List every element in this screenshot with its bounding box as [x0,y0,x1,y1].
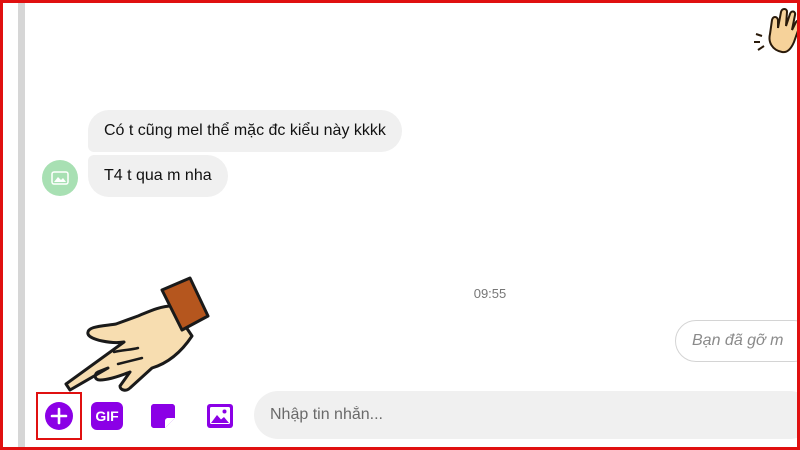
recalled-message-bubble[interactable]: Bạn đã gỡ m [675,320,800,362]
scroll-gutter [18,3,25,447]
avatar-image-icon [51,171,69,185]
message-bubble[interactable]: Có t cũng mel thể mặc đc kiểu này kkkk [88,110,402,152]
avatar[interactable] [42,160,78,196]
timestamp: 09:55 [473,286,507,301]
pointing-hand-icon [64,276,210,392]
sticker-button[interactable] [143,396,183,436]
highlight-box [36,392,82,440]
sticker-icon [151,404,175,428]
gif-button[interactable]: GIF [87,396,127,436]
waving-hand-emoji [754,8,800,54]
image-icon [207,404,233,428]
image-button[interactable] [200,396,240,436]
message-bubble[interactable]: T4 t qua m nha [88,155,228,197]
gif-icon: GIF [91,402,123,430]
message-input[interactable] [254,391,800,439]
